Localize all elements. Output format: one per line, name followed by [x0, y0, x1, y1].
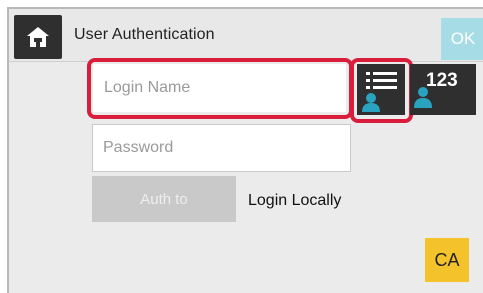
login-name-field[interactable]: Login Name [93, 64, 346, 112]
user-list-button[interactable] [357, 64, 405, 115]
home-icon [27, 27, 49, 47]
auth-to-button[interactable]: Auth to [92, 176, 236, 222]
ok-button[interactable]: OK [441, 18, 483, 60]
login-locally-label: Login Locally [248, 192, 342, 209]
password-field[interactable]: Password [92, 124, 351, 172]
page-title: User Authentication [74, 26, 215, 43]
title-bar: User Authentication OK [9, 9, 483, 62]
home-button[interactable] [14, 15, 62, 59]
ca-button[interactable]: CA [425, 238, 469, 282]
user-list-icon [362, 72, 397, 112]
user-number-label: 123 [426, 70, 458, 91]
